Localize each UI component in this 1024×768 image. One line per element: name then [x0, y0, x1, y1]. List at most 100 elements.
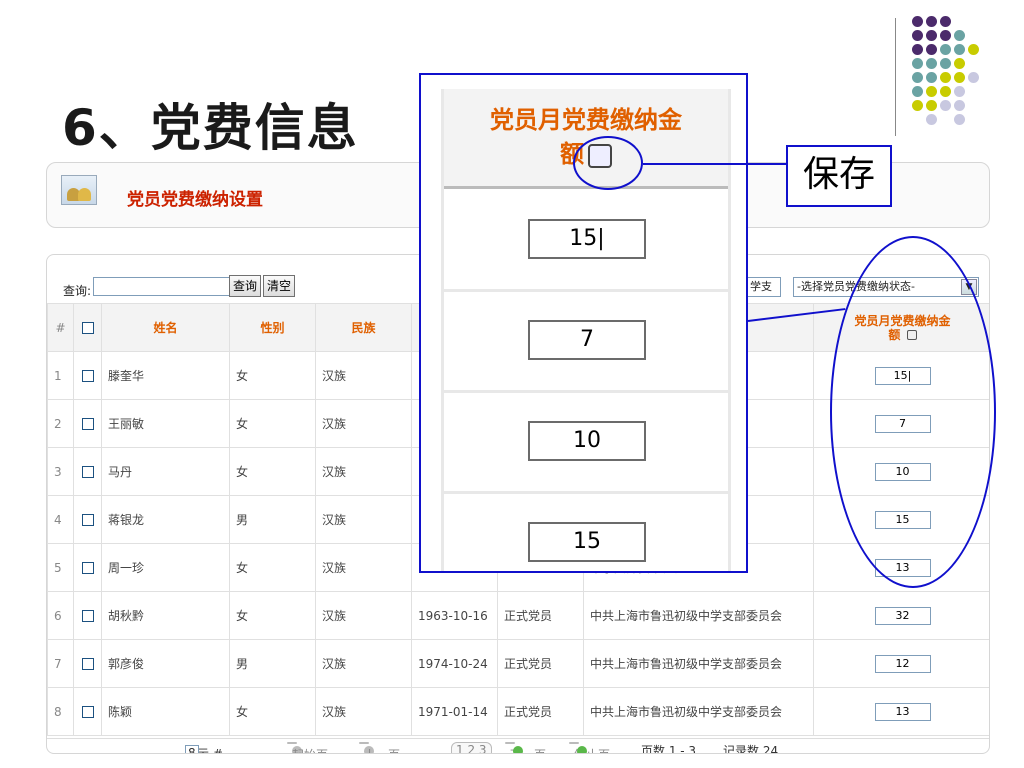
member-ethnicity: 汉族	[315, 495, 412, 544]
row-select-checkbox[interactable]	[81, 562, 94, 574]
page-info: 页数 1 - 3	[641, 744, 697, 754]
col-gender[interactable]: 性别	[229, 303, 316, 352]
member-status: 正式党员	[497, 687, 584, 736]
table-row[interactable]: 6 胡秋黔女汉族 1963-10-16 正式党员 中共上海市鲁迅初级中学支部委员会 32	[47, 591, 989, 640]
member-ethnicity: 汉族	[315, 351, 412, 400]
decor-dot	[926, 16, 937, 27]
row-select-checkbox[interactable]	[81, 658, 94, 670]
row-select-checkbox[interactable]	[81, 610, 94, 622]
row-index: 8	[47, 687, 74, 736]
decor-dot	[940, 72, 951, 83]
member-name: 陈颖	[101, 687, 230, 736]
decor-dot	[954, 72, 965, 83]
fee-column-highlight	[830, 236, 996, 588]
member-birthdate: 1974-10-24	[411, 639, 498, 688]
row-checkbox[interactable]	[73, 639, 102, 688]
member-gender: 女	[229, 687, 316, 736]
row-select-checkbox[interactable]	[81, 370, 94, 382]
members-icon	[61, 175, 97, 205]
col-index: #	[47, 303, 74, 352]
row-checkbox[interactable]	[73, 351, 102, 400]
decor-dot	[912, 86, 923, 97]
row-select-checkbox[interactable]	[81, 514, 94, 526]
fee-amount-input[interactable]: 13	[874, 702, 931, 721]
query-input[interactable]	[93, 277, 233, 296]
page-numbers[interactable]: 1 2 3	[451, 742, 492, 753]
query-label: 查询:	[63, 284, 92, 298]
member-gender: 女	[229, 447, 316, 496]
zoom-fee-input[interactable]: 10	[528, 421, 646, 461]
member-org: 中共上海市鲁迅初级中学支部委员会	[583, 687, 814, 736]
decor-dot	[926, 30, 937, 41]
row-checkbox[interactable]	[73, 591, 102, 640]
zoom-fee-input[interactable]: 15	[528, 522, 646, 562]
member-fee[interactable]: 13	[813, 687, 989, 736]
prev-page-button[interactable]: 上一页	[359, 742, 400, 753]
member-org: 中共上海市鲁迅初级中学支部委员会	[583, 639, 814, 688]
member-name: 马丹	[101, 447, 230, 496]
fee-amount-input[interactable]: 32	[874, 606, 931, 625]
col-ethnicity[interactable]: 民族	[315, 303, 412, 352]
branch-select[interactable]: 学支	[747, 277, 781, 297]
decor-dot	[940, 100, 951, 111]
member-gender: 女	[229, 591, 316, 640]
clear-button[interactable]: 清空	[263, 275, 296, 297]
decor-dot	[912, 30, 923, 41]
decor-dot	[912, 44, 923, 55]
select-all-checkbox[interactable]	[81, 322, 94, 334]
row-select-checkbox[interactable]	[81, 706, 94, 718]
col-select-all[interactable]	[73, 303, 102, 352]
row-select-checkbox[interactable]	[81, 466, 94, 478]
next-page-button[interactable]: 下一页	[505, 742, 546, 753]
decor-dot	[968, 72, 979, 83]
member-name: 王丽敏	[101, 399, 230, 448]
member-name: 周一珍	[101, 543, 230, 592]
member-fee[interactable]: 32	[813, 591, 989, 640]
first-page-button[interactable]: 起始页	[287, 742, 328, 753]
record-info: 记录数 24	[723, 744, 779, 754]
row-checkbox[interactable]	[73, 447, 102, 496]
zoom-row: 7	[444, 293, 728, 393]
row-select-checkbox[interactable]	[81, 418, 94, 430]
member-status: 正式党员	[497, 591, 584, 640]
zoom-fee-input[interactable]: 7	[528, 320, 646, 360]
next-page-icon	[513, 746, 523, 753]
query-button[interactable]: 查询	[229, 275, 262, 297]
member-birthdate: 1963-10-16	[411, 591, 498, 640]
row-checkbox[interactable]	[73, 399, 102, 448]
last-page-button[interactable]: 终止页	[569, 742, 610, 753]
member-ethnicity: 汉族	[315, 639, 412, 688]
member-ethnicity: 汉族	[315, 543, 412, 592]
row-checkbox[interactable]	[73, 495, 102, 544]
decor-dot	[926, 44, 937, 55]
decor-dot	[926, 100, 937, 111]
last-page-icon	[577, 746, 587, 753]
member-ethnicity: 汉族	[315, 687, 412, 736]
decor-dot	[954, 30, 965, 41]
zoom-fee-input[interactable]: 15|	[528, 219, 646, 259]
member-ethnicity: 汉族	[315, 399, 412, 448]
member-gender: 女	[229, 351, 316, 400]
page-size-select[interactable]: 8	[185, 745, 199, 753]
row-index: 4	[47, 495, 74, 544]
pager-show-label: 显示 #8 ▼	[185, 742, 223, 753]
member-gender: 男	[229, 639, 316, 688]
decor-dot	[926, 58, 937, 69]
member-org: 中共上海市鲁迅初级中学支部委员会	[583, 591, 814, 640]
fee-amount-input[interactable]: 12	[874, 654, 931, 673]
decor-dot	[926, 72, 937, 83]
member-name: 蒋银龙	[101, 495, 230, 544]
decor-dot	[926, 86, 937, 97]
row-checkbox[interactable]	[73, 543, 102, 592]
member-status: 正式党员	[497, 639, 584, 688]
member-fee[interactable]: 12	[813, 639, 989, 688]
pager: 显示 #8 ▼ 起始页 上一页 1 2 3 下一页 终止页 页数 1 - 3 记…	[47, 738, 989, 754]
table-row[interactable]: 8 陈颖女汉族 1971-01-14 正式党员 中共上海市鲁迅初级中学支部委员会 13	[47, 687, 989, 736]
decor-dot	[954, 58, 965, 69]
row-checkbox[interactable]	[73, 687, 102, 736]
member-name: 滕奎华	[101, 351, 230, 400]
table-row[interactable]: 7 郭彦俊男汉族 1974-10-24 正式党员 中共上海市鲁迅初级中学支部委员会 12	[47, 639, 989, 688]
row-index: 5	[47, 543, 74, 592]
col-name[interactable]: 姓名	[101, 303, 230, 352]
decor-dot	[954, 100, 965, 111]
